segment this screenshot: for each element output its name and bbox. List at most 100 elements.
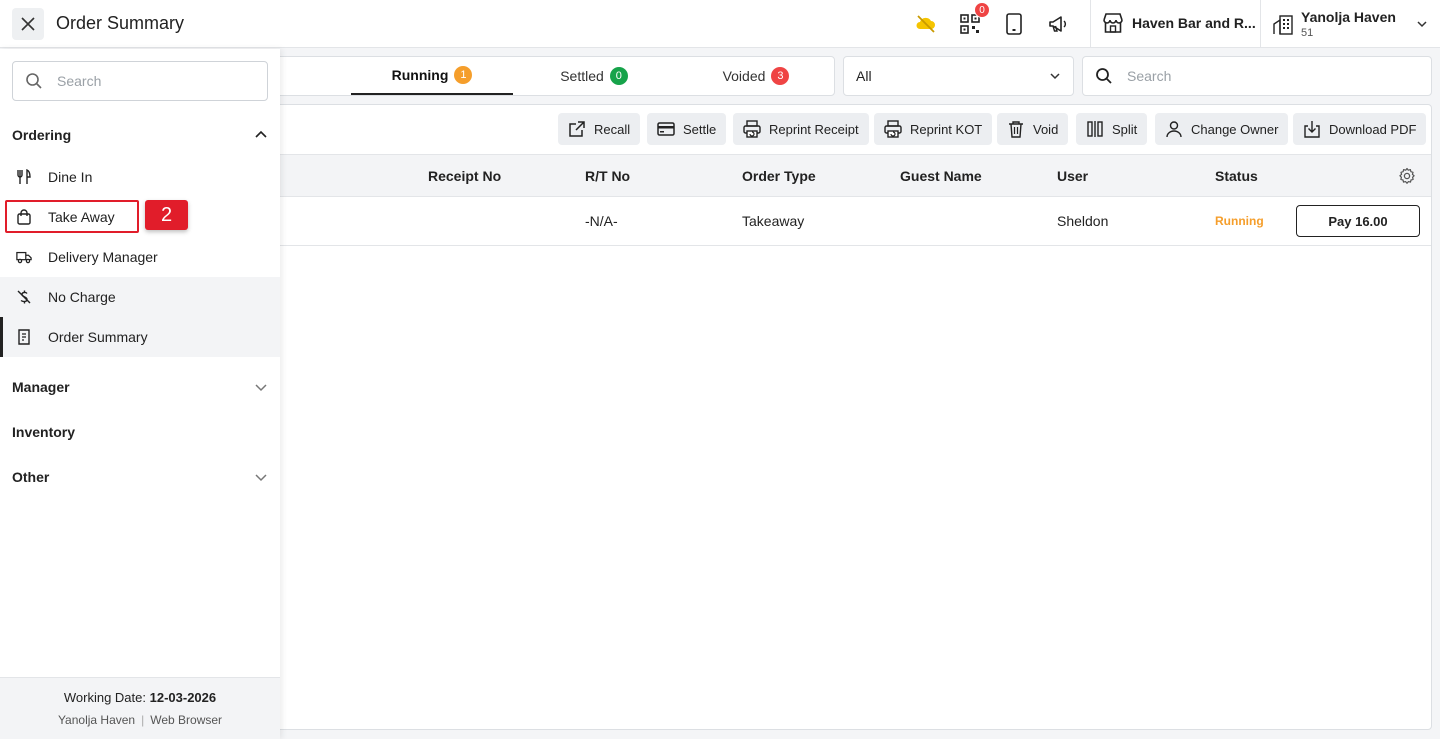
download-pdf-label: Download PDF: [1329, 121, 1417, 137]
sidebar-item-order-summary[interactable]: Order Summary: [0, 317, 280, 357]
split-label: Split: [1112, 121, 1138, 137]
reprint-receipt-button[interactable]: Reprint Receipt: [733, 113, 869, 145]
settle-button[interactable]: Settle: [647, 113, 727, 145]
highlight-box: [5, 200, 139, 233]
table-row[interactable]: -N/A- Takeaway Sheldon Running Pay 16.00: [267, 197, 1431, 246]
tablet-icon[interactable]: [1002, 12, 1026, 36]
no-dollar-icon: [16, 289, 32, 305]
printer-refresh-icon: [884, 120, 902, 138]
sidebar-item-dine-in[interactable]: Dine In: [0, 157, 280, 197]
section-manager[interactable]: Manager: [0, 367, 280, 407]
reprint-kot-label: Reprint KOT: [910, 121, 983, 137]
sidebar-search-input[interactable]: [57, 73, 255, 89]
external-link-icon: [569, 121, 585, 137]
top-bar: Order Summary 0 Haven Bar and R... Yanol…: [0, 0, 1440, 48]
sidebar-item-label: Order Summary: [48, 329, 148, 345]
footer-platform: Web Browser: [150, 713, 223, 727]
working-date-label: Working Date:: [63, 690, 146, 705]
trash-icon: [1009, 121, 1023, 138]
separator: |: [141, 713, 145, 727]
pay-button[interactable]: Pay 16.00: [1296, 205, 1420, 237]
megaphone-icon[interactable]: [1046, 12, 1070, 36]
section-label: Inventory: [12, 424, 76, 440]
sidebar-item-label: Dine In: [48, 169, 93, 185]
change-owner-button[interactable]: Change Owner: [1155, 113, 1289, 145]
user-icon: [1166, 121, 1182, 138]
section-ordering[interactable]: Ordering: [0, 115, 280, 155]
building-icon: [1273, 15, 1293, 35]
sidebar: Ordering Dine In Take Away Delivery Mana…: [0, 49, 280, 739]
account-selector[interactable]: Yanolja Haven 51: [1272, 8, 1432, 40]
chevron-down-icon: [1050, 73, 1060, 80]
outlet-selector[interactable]: Haven Bar and R...: [1102, 12, 1256, 34]
fork-knife-icon: [16, 169, 32, 185]
outlet-name: Haven Bar and R...: [1132, 15, 1256, 31]
table-header: Receipt No R/T No Order Type Guest Name …: [267, 155, 1431, 197]
store-icon: [1103, 13, 1123, 33]
user-cell: Sheldon: [1057, 213, 1109, 229]
toolbar: Recall Settle Reprint Receipt Reprint KO…: [267, 105, 1431, 155]
chevron-up-icon: [255, 130, 267, 138]
sidebar-item-no-charge[interactable]: No Charge: [0, 277, 280, 317]
tab-settled[interactable]: Settled 0: [513, 57, 675, 95]
working-date: Working Date: 12-03-2026: [0, 690, 280, 705]
orders-panel: Recall Settle Reprint Receipt Reprint KO…: [266, 104, 1432, 730]
close-button[interactable]: [12, 8, 44, 40]
divider: [1090, 0, 1091, 48]
recall-button[interactable]: Recall: [558, 113, 641, 145]
sidebar-item-delivery-manager[interactable]: Delivery Manager: [0, 237, 280, 277]
printer-refresh-icon: [743, 120, 761, 138]
qr-badge: 0: [974, 2, 990, 18]
void-button[interactable]: Void: [997, 113, 1069, 145]
download-pdf-button[interactable]: Download PDF: [1293, 113, 1427, 145]
tab-count-badge: 3: [771, 67, 790, 85]
working-date-value: 12-03-2026: [149, 690, 217, 705]
search-input[interactable]: [1127, 68, 1419, 84]
column-header[interactable]: R/T No: [585, 168, 630, 184]
column-header[interactable]: User: [1057, 168, 1088, 184]
download-icon: [1304, 121, 1320, 138]
column-header[interactable]: Order Type: [742, 168, 816, 184]
sidebar-item-label: No Charge: [48, 289, 116, 305]
divider: [1260, 0, 1261, 48]
section-other[interactable]: Other: [0, 457, 280, 497]
section-label: Ordering: [12, 127, 72, 143]
tab-label: Settled: [560, 68, 604, 84]
column-header[interactable]: Status: [1215, 168, 1258, 184]
tab-running[interactable]: Running 1: [351, 57, 513, 95]
settle-label: Settle: [683, 121, 717, 137]
order-tabs: Running 1 Settled 0 Voided 3: [266, 56, 835, 96]
search-icon: [26, 73, 42, 89]
account-sub: 51: [1301, 27, 1314, 39]
tab-voided[interactable]: Voided 3: [675, 57, 837, 95]
gear-icon[interactable]: [1398, 167, 1416, 185]
split-button[interactable]: Split: [1076, 113, 1148, 145]
cloud-offline-icon[interactable]: [914, 12, 938, 36]
column-header[interactable]: Guest Name: [900, 168, 982, 184]
qr-scan-icon[interactable]: 0: [958, 2, 990, 36]
section-inventory[interactable]: Inventory: [0, 412, 280, 452]
section-label: Other: [12, 469, 50, 485]
column-header[interactable]: Receipt No: [428, 168, 501, 184]
tab-count-badge: 0: [609, 67, 628, 85]
rt-no-cell: -N/A-: [585, 213, 618, 229]
order-type-cell: Takeaway: [742, 213, 805, 229]
section-label: Manager: [12, 379, 70, 395]
sidebar-footer: Working Date: 12-03-2026 Yanolja Haven | W…: [0, 677, 280, 739]
tab-label: Voided: [722, 68, 766, 84]
chevron-down-icon: [255, 474, 267, 482]
footer-sub: Yanolja Haven | Web Browser: [0, 713, 280, 727]
close-icon: [21, 17, 35, 31]
truck-icon: [16, 249, 32, 265]
account-name: Yanolja Haven: [1301, 9, 1396, 25]
page-title: Order Summary: [56, 13, 185, 33]
tab-count-badge: 1: [454, 66, 473, 84]
reprint-receipt-label: Reprint Receipt: [769, 121, 859, 137]
credit-card-icon: [657, 122, 675, 136]
filter-select[interactable]: All: [843, 56, 1074, 96]
sidebar-search: [12, 61, 268, 101]
order-search: [1082, 56, 1432, 96]
reprint-kot-button[interactable]: Reprint KOT: [874, 113, 993, 145]
chevron-down-icon: [255, 384, 267, 392]
sidebar-item-label: Delivery Manager: [48, 249, 158, 265]
